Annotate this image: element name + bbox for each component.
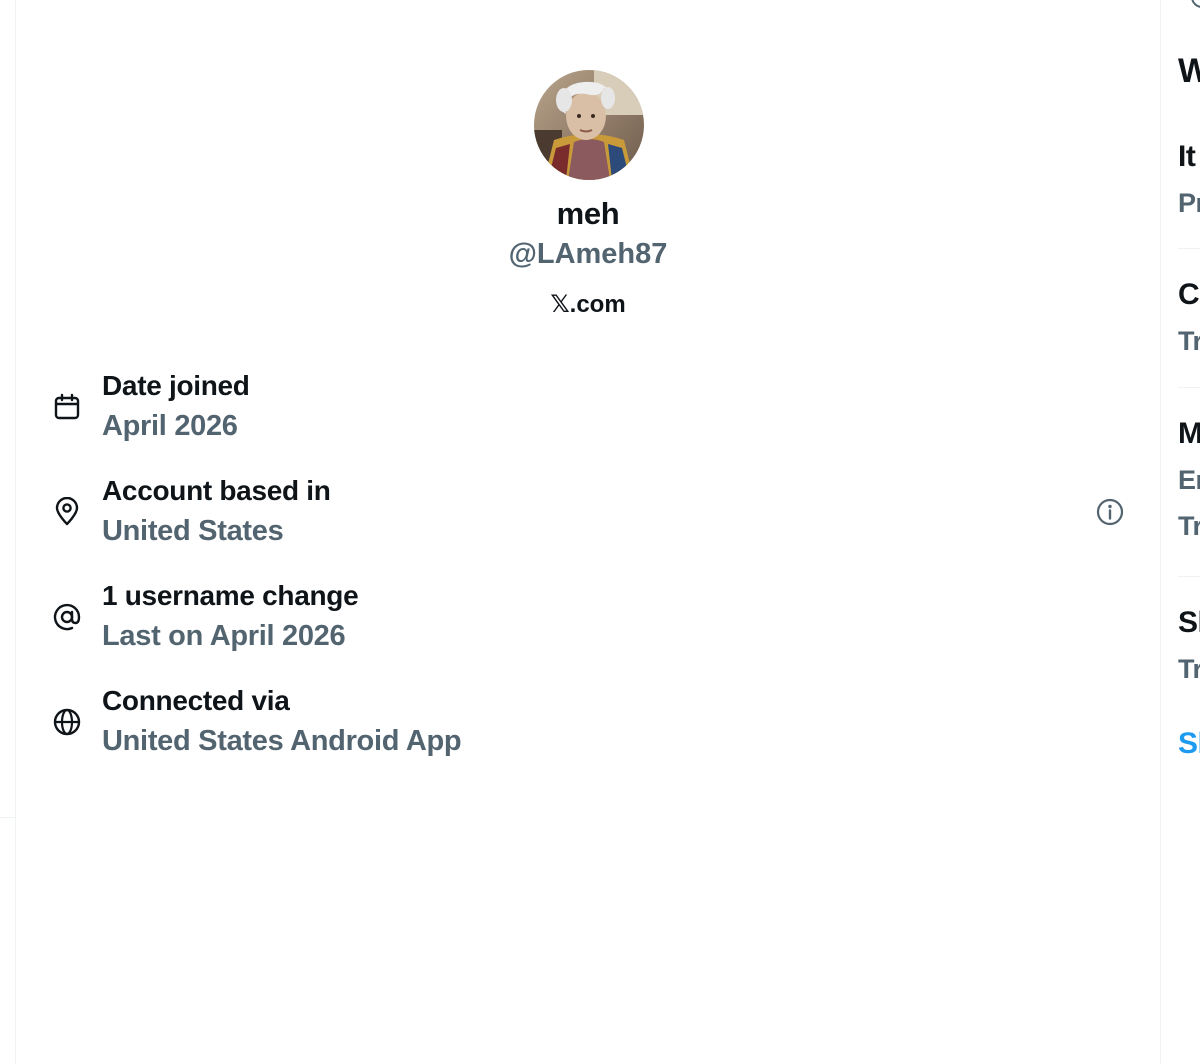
sidebar-item-sub: Tr: [1178, 326, 1200, 356]
account-based-in-label: Account based in: [102, 475, 331, 506]
account-based-in-row: Account based in United States: [16, 475, 1160, 555]
date-joined-value: April 2026: [102, 410, 238, 442]
date-joined-row: Date joined April 2026: [16, 370, 1160, 450]
location-pin-icon: [52, 496, 82, 527]
show-more-link[interactable]: Sl: [1178, 727, 1200, 761]
sidebar-item-sub: Tr: [1178, 654, 1200, 684]
about-account-panel: meh @LAmeh87 𝕏.com Date joined April 202…: [16, 0, 1160, 1064]
connected-via-value: United States Android App: [102, 725, 462, 757]
sidebar-item-title: Sl: [1178, 606, 1200, 639]
sidebar-item-sub: Tr: [1178, 511, 1200, 541]
right-sidebar: W It Pr C Tr M Er Tr Sl Tr Sl: [1161, 0, 1200, 1064]
username-change-row: 1 username change Last on April 2026: [16, 580, 1160, 660]
left-divider: [0, 817, 15, 818]
connected-via-row: Connected via United States Android App: [16, 685, 1160, 765]
username-handle: @LAmeh87: [508, 238, 668, 270]
profile-avatar[interactable]: [534, 70, 644, 180]
info-icon[interactable]: [1094, 496, 1126, 528]
sidebar-item-title: C: [1178, 278, 1200, 311]
source-label: 𝕏.com: [550, 291, 626, 318]
at-sign-icon: [52, 602, 82, 632]
calendar-icon: [52, 392, 82, 422]
sidebar-heading: W: [1178, 52, 1200, 90]
account-based-in-value: United States: [102, 515, 284, 547]
connected-via-label: Connected via: [102, 685, 290, 716]
username-change-value: Last on April 2026: [102, 620, 346, 652]
profile-about-page: meh @LAmeh87 𝕏.com Date joined April 202…: [0, 0, 1200, 1064]
globe-icon: [52, 707, 82, 737]
sidebar-item-title: M: [1178, 417, 1200, 450]
sidebar-item-sub: Er: [1178, 465, 1200, 495]
display-name: meh: [556, 196, 620, 231]
username-change-label: 1 username change: [102, 580, 359, 611]
date-joined-label: Date joined: [102, 370, 250, 401]
sidebar-item-sub: Pr: [1178, 188, 1200, 218]
sidebar-item-title: It: [1178, 140, 1196, 173]
sidebar-divider: [1178, 576, 1200, 577]
sidebar-divider: [1178, 387, 1200, 388]
avatar-image: [534, 70, 644, 180]
sidebar-divider: [1178, 248, 1200, 249]
sidebar-corner-icon: [1191, 0, 1200, 8]
